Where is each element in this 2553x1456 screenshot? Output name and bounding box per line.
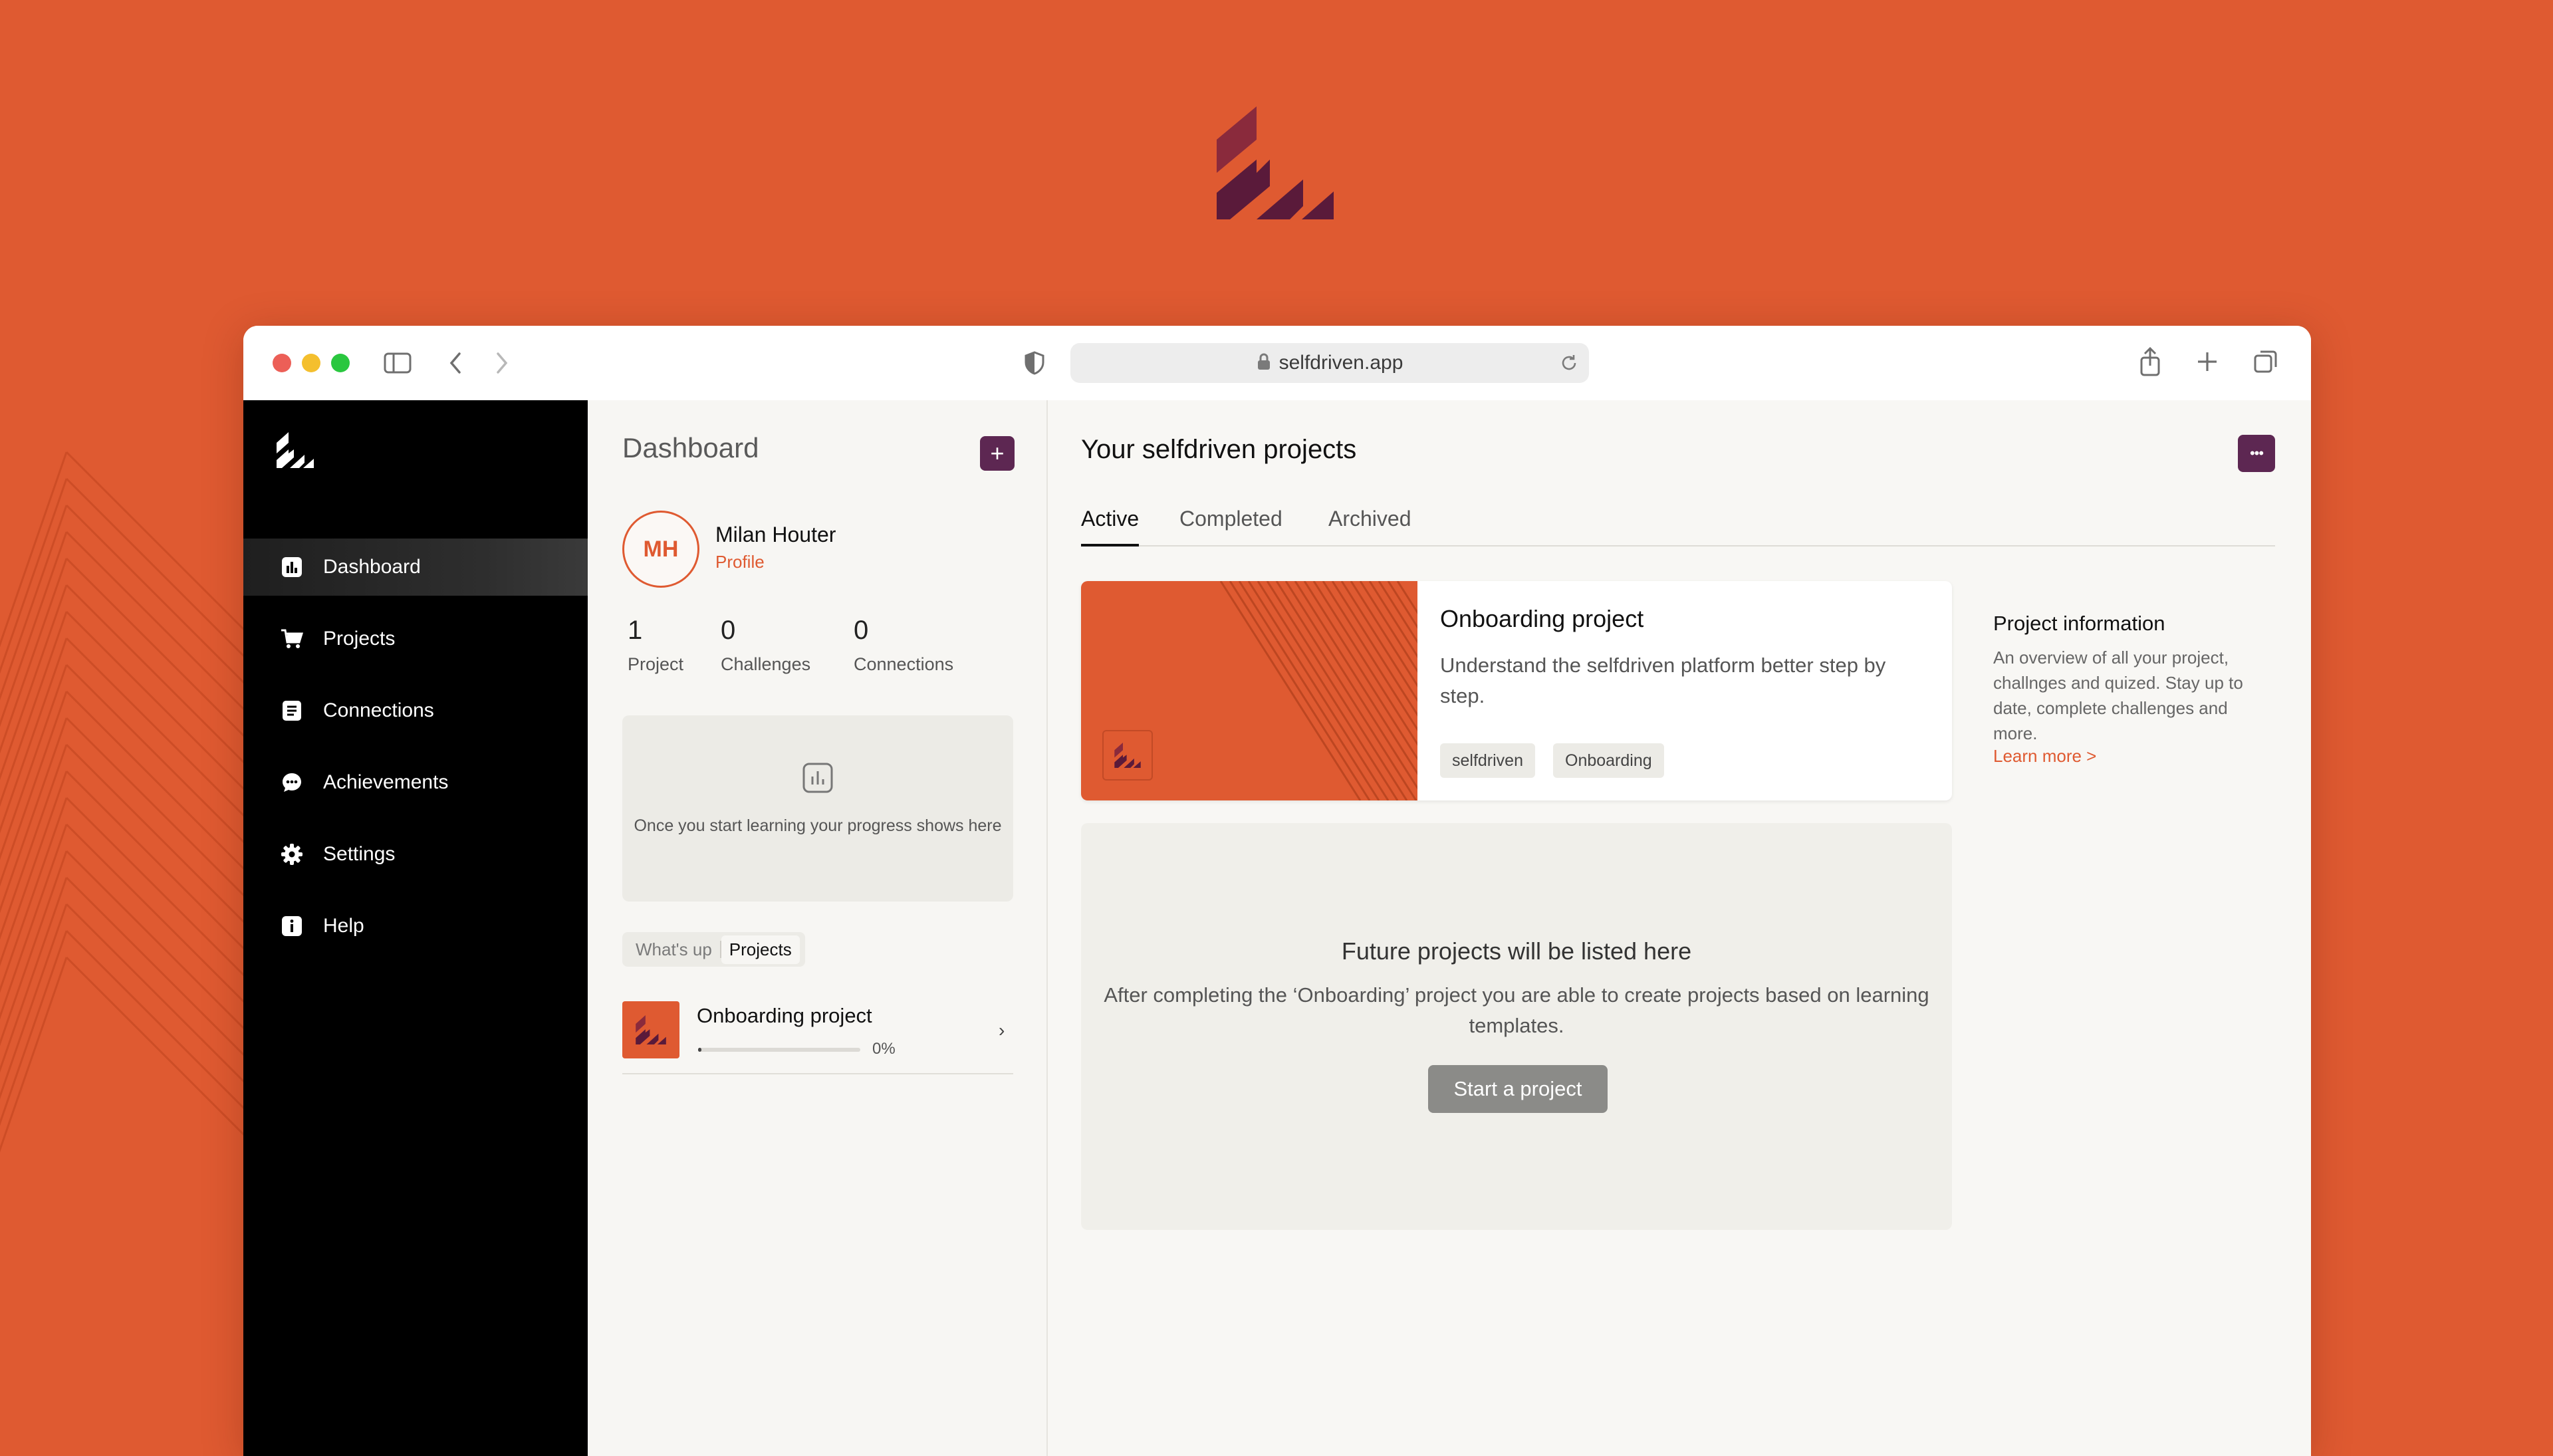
future-projects-title: Future projects will be listed here bbox=[1341, 937, 1692, 965]
tag-selfdriven: selfdriven bbox=[1440, 743, 1535, 778]
background-stripes-decoration bbox=[0, 451, 279, 1171]
profile-link[interactable]: Profile bbox=[715, 552, 765, 572]
chart-icon bbox=[802, 763, 833, 793]
stat-challenges-value: 0 bbox=[721, 616, 736, 645]
chat-bubble-icon bbox=[281, 771, 303, 794]
progress-empty-text: Once you start learning your progress sh… bbox=[634, 816, 1002, 835]
info-icon bbox=[281, 915, 303, 937]
bar-chart-icon bbox=[281, 556, 303, 578]
sidebar: Dashboard Projects Connections Achieveme… bbox=[243, 400, 588, 1456]
more-options-button[interactable]: ••• bbox=[2238, 435, 2275, 472]
chevron-right-icon: › bbox=[999, 1020, 1005, 1040]
url-text: selfdriven.app bbox=[1278, 352, 1403, 374]
project-card-image bbox=[1081, 581, 1417, 800]
learn-more-link[interactable]: Learn more > bbox=[1993, 746, 2096, 767]
stat-connections-label: Connections bbox=[854, 654, 954, 674]
gear-icon bbox=[281, 843, 303, 866]
stat-challenges-label: Challenges bbox=[721, 654, 811, 674]
tab-projects[interactable]: Projects bbox=[721, 935, 800, 964]
tag-onboarding: Onboarding bbox=[1553, 743, 1664, 778]
browser-toolbar: selfdriven.app bbox=[243, 326, 2311, 402]
sidebar-item-label: Achievements bbox=[323, 771, 449, 793]
privacy-shield-icon[interactable] bbox=[1021, 350, 1048, 376]
sidebar-item-label: Help bbox=[323, 915, 364, 937]
project-info-description: An overview of all your project, challng… bbox=[1993, 648, 2243, 743]
project-progress-bar bbox=[698, 1048, 860, 1052]
minimize-window-button[interactable] bbox=[302, 354, 320, 372]
sidebar-item-label: Projects bbox=[323, 628, 396, 650]
sidebar-item-label: Settings bbox=[323, 843, 396, 865]
cart-icon bbox=[281, 628, 303, 650]
dashboard-panel: Dashboard + MH Milan Houter Profile 1 Pr… bbox=[588, 400, 1048, 1456]
add-button[interactable]: + bbox=[980, 436, 1015, 471]
forward-icon[interactable] bbox=[492, 350, 512, 376]
future-projects-description: After completing the ‘Onboarding’ projec… bbox=[1104, 983, 1929, 1037]
back-icon[interactable] bbox=[445, 350, 465, 376]
future-projects-placeholder: Future projects will be listed here Afte… bbox=[1081, 823, 1952, 1230]
dashboard-tabs: What's up Projects bbox=[622, 932, 805, 967]
dashboard-title: Dashboard bbox=[622, 432, 759, 463]
lock-icon bbox=[1257, 352, 1271, 374]
user-name: Milan Houter bbox=[715, 523, 836, 546]
project-card-logo bbox=[1102, 730, 1153, 781]
stat-connections-value: 0 bbox=[854, 616, 869, 645]
page-title: Your selfdriven projects bbox=[1081, 435, 1357, 464]
project-tabs: Active Completed Archived bbox=[1081, 507, 2275, 546]
tab-active[interactable]: Active bbox=[1081, 507, 1140, 546]
contacts-icon bbox=[281, 699, 303, 722]
sidebar-item-connections[interactable]: Connections bbox=[243, 682, 588, 739]
sidebar-item-projects[interactable]: Projects bbox=[243, 610, 588, 667]
start-project-button[interactable]: Start a project bbox=[1428, 1065, 1608, 1113]
zoom-window-button[interactable] bbox=[331, 354, 350, 372]
tab-completed[interactable]: Completed bbox=[1179, 507, 1282, 544]
address-bar[interactable]: selfdriven.app bbox=[1070, 343, 1589, 383]
browser-window: selfdriven.app Dashboard Projects Connec… bbox=[243, 326, 2311, 1456]
sidebar-item-label: Connections bbox=[323, 699, 434, 721]
new-tab-icon[interactable] bbox=[2194, 348, 2221, 375]
sidebar-item-achievements[interactable]: Achievements bbox=[243, 754, 588, 811]
sidebar-item-settings[interactable]: Settings bbox=[243, 826, 588, 883]
brand-logo bbox=[1217, 106, 1334, 219]
tab-whats-up[interactable]: What's up bbox=[628, 935, 720, 964]
stat-projects-value: 1 bbox=[628, 616, 643, 645]
sidebar-item-label: Dashboard bbox=[323, 556, 421, 578]
share-icon[interactable] bbox=[2135, 346, 2165, 378]
project-progress-fill bbox=[698, 1048, 701, 1052]
sidebar-logo bbox=[277, 432, 314, 468]
sidebar-toggle-icon[interactable] bbox=[383, 350, 412, 376]
avatar[interactable]: MH bbox=[622, 511, 699, 588]
close-window-button[interactable] bbox=[273, 354, 291, 372]
projects-panel: Your selfdriven projects ••• Active Comp… bbox=[1048, 400, 2311, 1456]
project-card-title: Onboarding project bbox=[1440, 605, 1644, 632]
project-progress-text: 0% bbox=[872, 1040, 896, 1058]
project-name: Onboarding project bbox=[697, 1004, 872, 1027]
project-thumbnail bbox=[622, 1001, 679, 1058]
sidebar-item-help[interactable]: Help bbox=[243, 898, 588, 955]
project-info-title: Project information bbox=[1993, 612, 2165, 635]
tab-overview-icon[interactable] bbox=[2251, 348, 2280, 375]
tab-archived[interactable]: Archived bbox=[1328, 507, 1411, 544]
sidebar-item-dashboard[interactable]: Dashboard bbox=[243, 539, 588, 596]
stat-projects-label: Project bbox=[628, 654, 684, 674]
reload-icon[interactable] bbox=[1560, 354, 1578, 376]
project-card[interactable]: Onboarding project Understand the selfdr… bbox=[1081, 581, 1952, 800]
progress-empty-card: Once you start learning your progress sh… bbox=[622, 715, 1013, 902]
project-card-description: Understand the selfdriven platform bette… bbox=[1440, 654, 1886, 707]
project-list-item[interactable]: Onboarding project 0% › bbox=[622, 993, 1013, 1074]
